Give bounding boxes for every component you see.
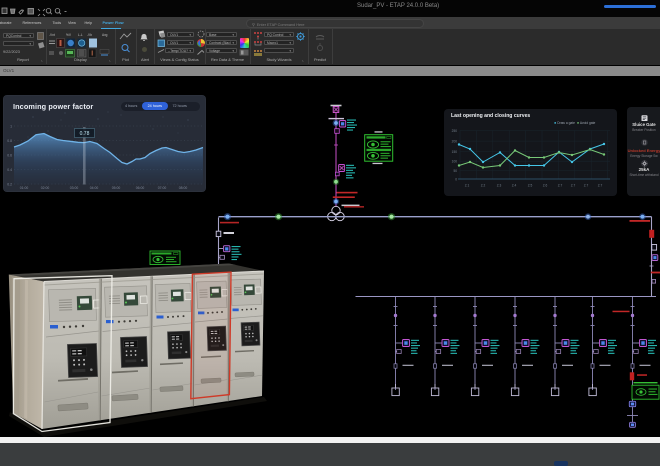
svg-text:2.7: 2.7 [558, 183, 563, 187]
svg-text:2.7: 2.7 [584, 183, 589, 187]
svg-text:2.3: 2.3 [497, 183, 502, 187]
svg-text:2.4: 2.4 [512, 183, 517, 187]
svg-text:01:00: 01:00 [20, 186, 29, 190]
svg-text:02:00: 02:00 [41, 186, 50, 190]
svg-text:0.6: 0.6 [7, 154, 12, 158]
svg-text:0.8: 0.8 [7, 139, 12, 143]
svg-text:1: 1 [10, 125, 12, 129]
svg-text:03:00: 03:00 [70, 186, 79, 190]
svg-text:150: 150 [452, 150, 458, 154]
svg-text:04:00: 04:00 [90, 186, 99, 190]
svg-text:07:00: 07:00 [158, 186, 167, 190]
svg-text:2.1: 2.1 [465, 183, 470, 187]
svg-text:0.2: 0.2 [7, 183, 12, 187]
svg-text:06:00: 06:00 [136, 186, 145, 190]
svg-text:0.78: 0.78 [80, 131, 90, 137]
svg-text:0.4: 0.4 [7, 168, 12, 172]
svg-text:2.2: 2.2 [481, 183, 486, 187]
svg-text:2.7: 2.7 [571, 183, 576, 187]
svg-text:2.6: 2.6 [543, 183, 548, 187]
svg-text:250: 250 [452, 129, 458, 133]
svg-text:2.7: 2.7 [598, 183, 603, 187]
svg-text:2.5: 2.5 [528, 183, 533, 187]
svg-text:0: 0 [455, 177, 457, 181]
svg-text:05:00: 05:00 [112, 186, 121, 190]
svg-text:50: 50 [453, 169, 457, 173]
svg-text:08:00: 08:00 [179, 186, 188, 190]
svg-text:200: 200 [452, 139, 458, 143]
svg-text:100: 100 [452, 159, 458, 163]
